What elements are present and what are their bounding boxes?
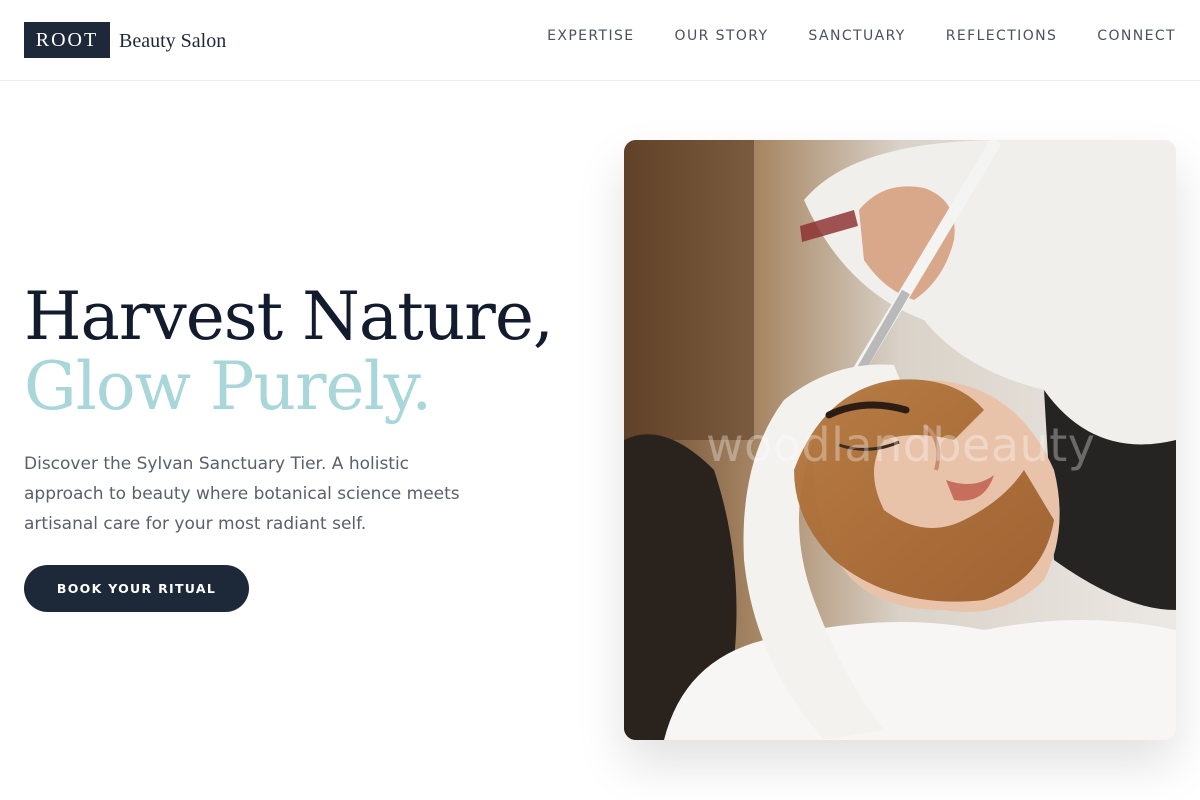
hero-description: Discover the Sylvan Sanctuary Tier. A ho… bbox=[24, 454, 460, 534]
book-ritual-button[interactable]: BOOK YOUR RITUAL bbox=[24, 565, 249, 612]
logo-mark: ROOT bbox=[24, 22, 110, 58]
hero-title: Harvest Nature, Glow Purely. bbox=[24, 278, 554, 425]
logo[interactable]: ROOT Beauty Salon bbox=[24, 22, 226, 58]
nav-sanctuary[interactable]: SANCTUARY bbox=[808, 28, 905, 44]
main-nav: EXPERTISE OUR STORY SANCTUARY REFLECTION… bbox=[507, 28, 1176, 44]
hero-title-line-1: Harvest Nature, bbox=[24, 278, 554, 355]
hero-title-line-2: Glow Purely. bbox=[24, 348, 432, 425]
nav-connect[interactable]: CONNECT bbox=[1097, 28, 1176, 44]
site-header: ROOT Beauty Salon EXPERTISE OUR STORY SA… bbox=[0, 0, 1200, 81]
nav-expertise[interactable]: EXPERTISE bbox=[547, 28, 634, 44]
nav-reflections[interactable]: REFLECTIONS bbox=[946, 28, 1058, 44]
hero-image-facial-treatment: woodlandbeauty bbox=[624, 140, 1176, 740]
logo-text: Beauty Salon bbox=[119, 29, 227, 52]
nav-our-story[interactable]: OUR STORY bbox=[675, 28, 769, 44]
image-watermark: woodlandbeauty bbox=[706, 418, 1096, 472]
